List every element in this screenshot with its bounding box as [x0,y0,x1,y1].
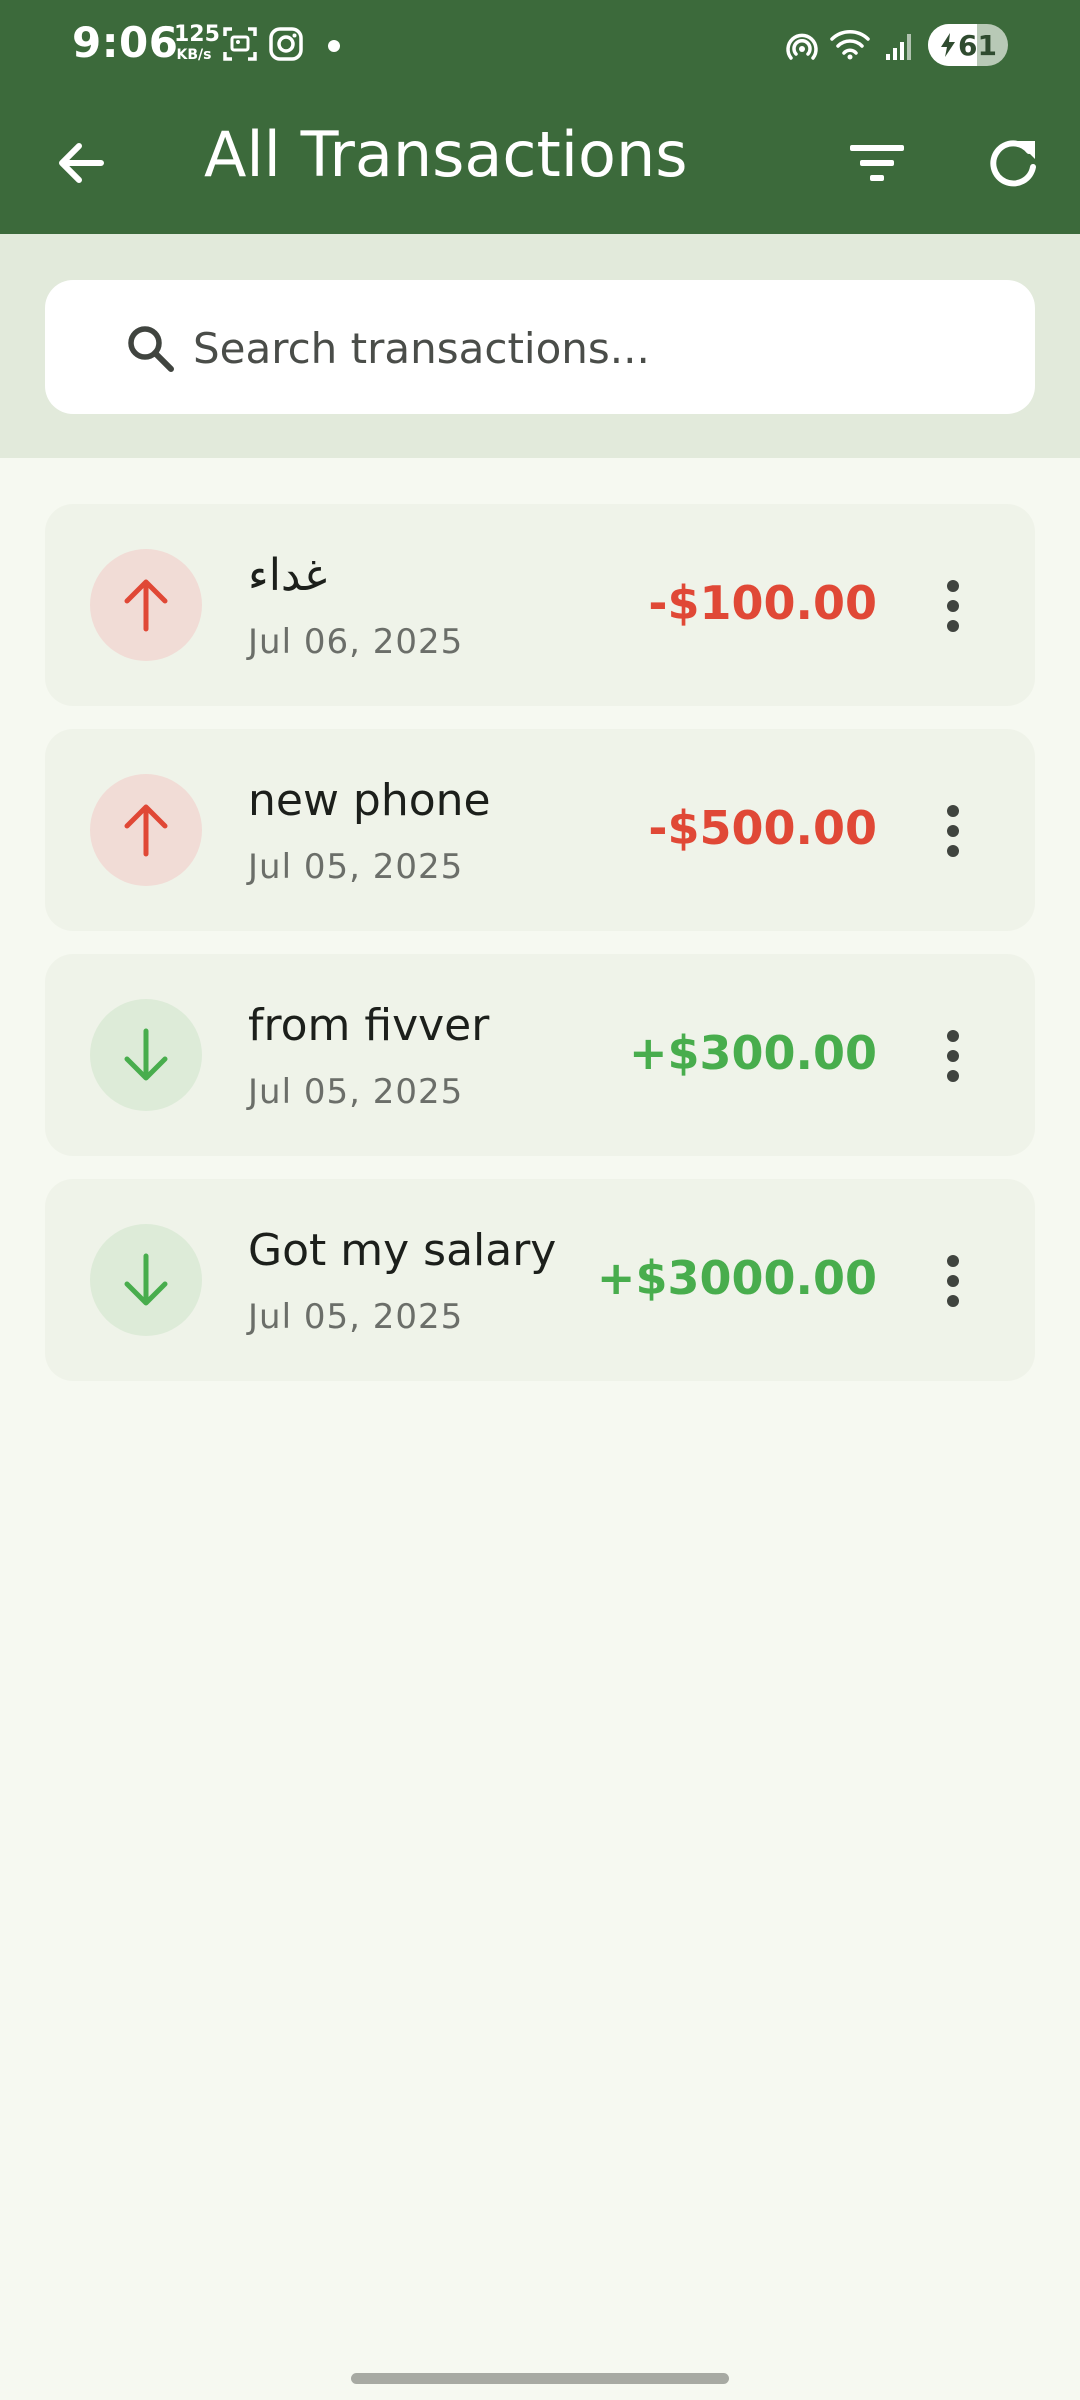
expense-badge [90,549,202,661]
wifi-icon [830,28,870,64]
arrow-back-icon [59,143,104,183]
page-title: All Transactions [204,118,688,191]
notification-dot [328,40,340,52]
transaction-list: غداء Jul 06, 2025 -$100.00 new phone Jul… [45,504,1035,1404]
transaction-date: Jul 05, 2025 [248,1072,464,1112]
transaction-name: new phone [248,775,491,826]
transaction-date: Jul 06, 2025 [248,622,464,662]
signal-icon [884,30,916,66]
more-options-button[interactable] [923,564,983,648]
screenshot-icon [222,26,258,66]
income-badge [90,999,202,1111]
network-speed: 125 KB/s [174,22,220,63]
network-speed-value: 125 [174,22,220,47]
transaction-amount: +$3000.00 [596,1251,877,1305]
transaction-name: غداء [248,550,328,601]
status-bar: 9:06 125 KB/s 61 [0,0,1080,92]
more-vert-icon [947,1255,959,1307]
app-bar: All Transactions [0,92,1080,234]
arrow-up-icon [124,579,168,632]
income-badge [90,1224,202,1336]
filter-icon [850,145,904,181]
transaction-item[interactable]: from fivver Jul 05, 2025 +$300.00 [45,954,1035,1156]
search-input[interactable] [191,310,995,386]
expense-badge [90,774,202,886]
search-bar[interactable] [45,280,1035,414]
more-options-button[interactable] [923,1014,983,1098]
more-options-button[interactable] [923,1239,983,1323]
network-speed-unit: KB/s [176,47,212,63]
transaction-name: from fivver [248,1000,490,1051]
more-vert-icon [947,580,959,632]
search-section [0,234,1080,458]
top-bar: 9:06 125 KB/s 61 All Transactions [0,0,1080,234]
refresh-icon [990,140,1036,187]
arrow-down-icon [124,1253,168,1306]
battery-level: 61 [958,29,997,62]
transaction-date: Jul 05, 2025 [248,1297,464,1337]
arrow-up-icon [124,804,168,857]
transaction-item[interactable]: Got my salary Jul 05, 2025 +$3000.00 [45,1179,1035,1381]
more-vert-icon [947,805,959,857]
back-button[interactable] [46,128,116,198]
charging-icon [940,33,956,61]
arrow-down-icon [124,1028,168,1081]
more-options-button[interactable] [923,789,983,873]
hotspot-icon [784,30,820,68]
filter-button[interactable] [842,128,912,198]
search-icon [125,323,175,377]
transaction-amount: -$100.00 [648,576,877,630]
battery-icon: 61 [928,24,1008,66]
transaction-date: Jul 05, 2025 [248,847,464,887]
transaction-amount: -$500.00 [648,801,877,855]
transaction-amount: +$300.00 [628,1026,877,1080]
transaction-name: Got my salary [248,1225,557,1276]
refresh-button[interactable] [978,128,1048,198]
gesture-bar[interactable] [351,2373,729,2384]
transaction-item[interactable]: new phone Jul 05, 2025 -$500.00 [45,729,1035,931]
transactions-screen: 9:06 125 KB/s 61 All Transactions Search… [0,0,1080,2400]
status-time: 9:06 [72,18,179,67]
transaction-item[interactable]: غداء Jul 06, 2025 -$100.00 [45,504,1035,706]
instagram-icon [268,26,304,66]
more-vert-icon [947,1030,959,1082]
